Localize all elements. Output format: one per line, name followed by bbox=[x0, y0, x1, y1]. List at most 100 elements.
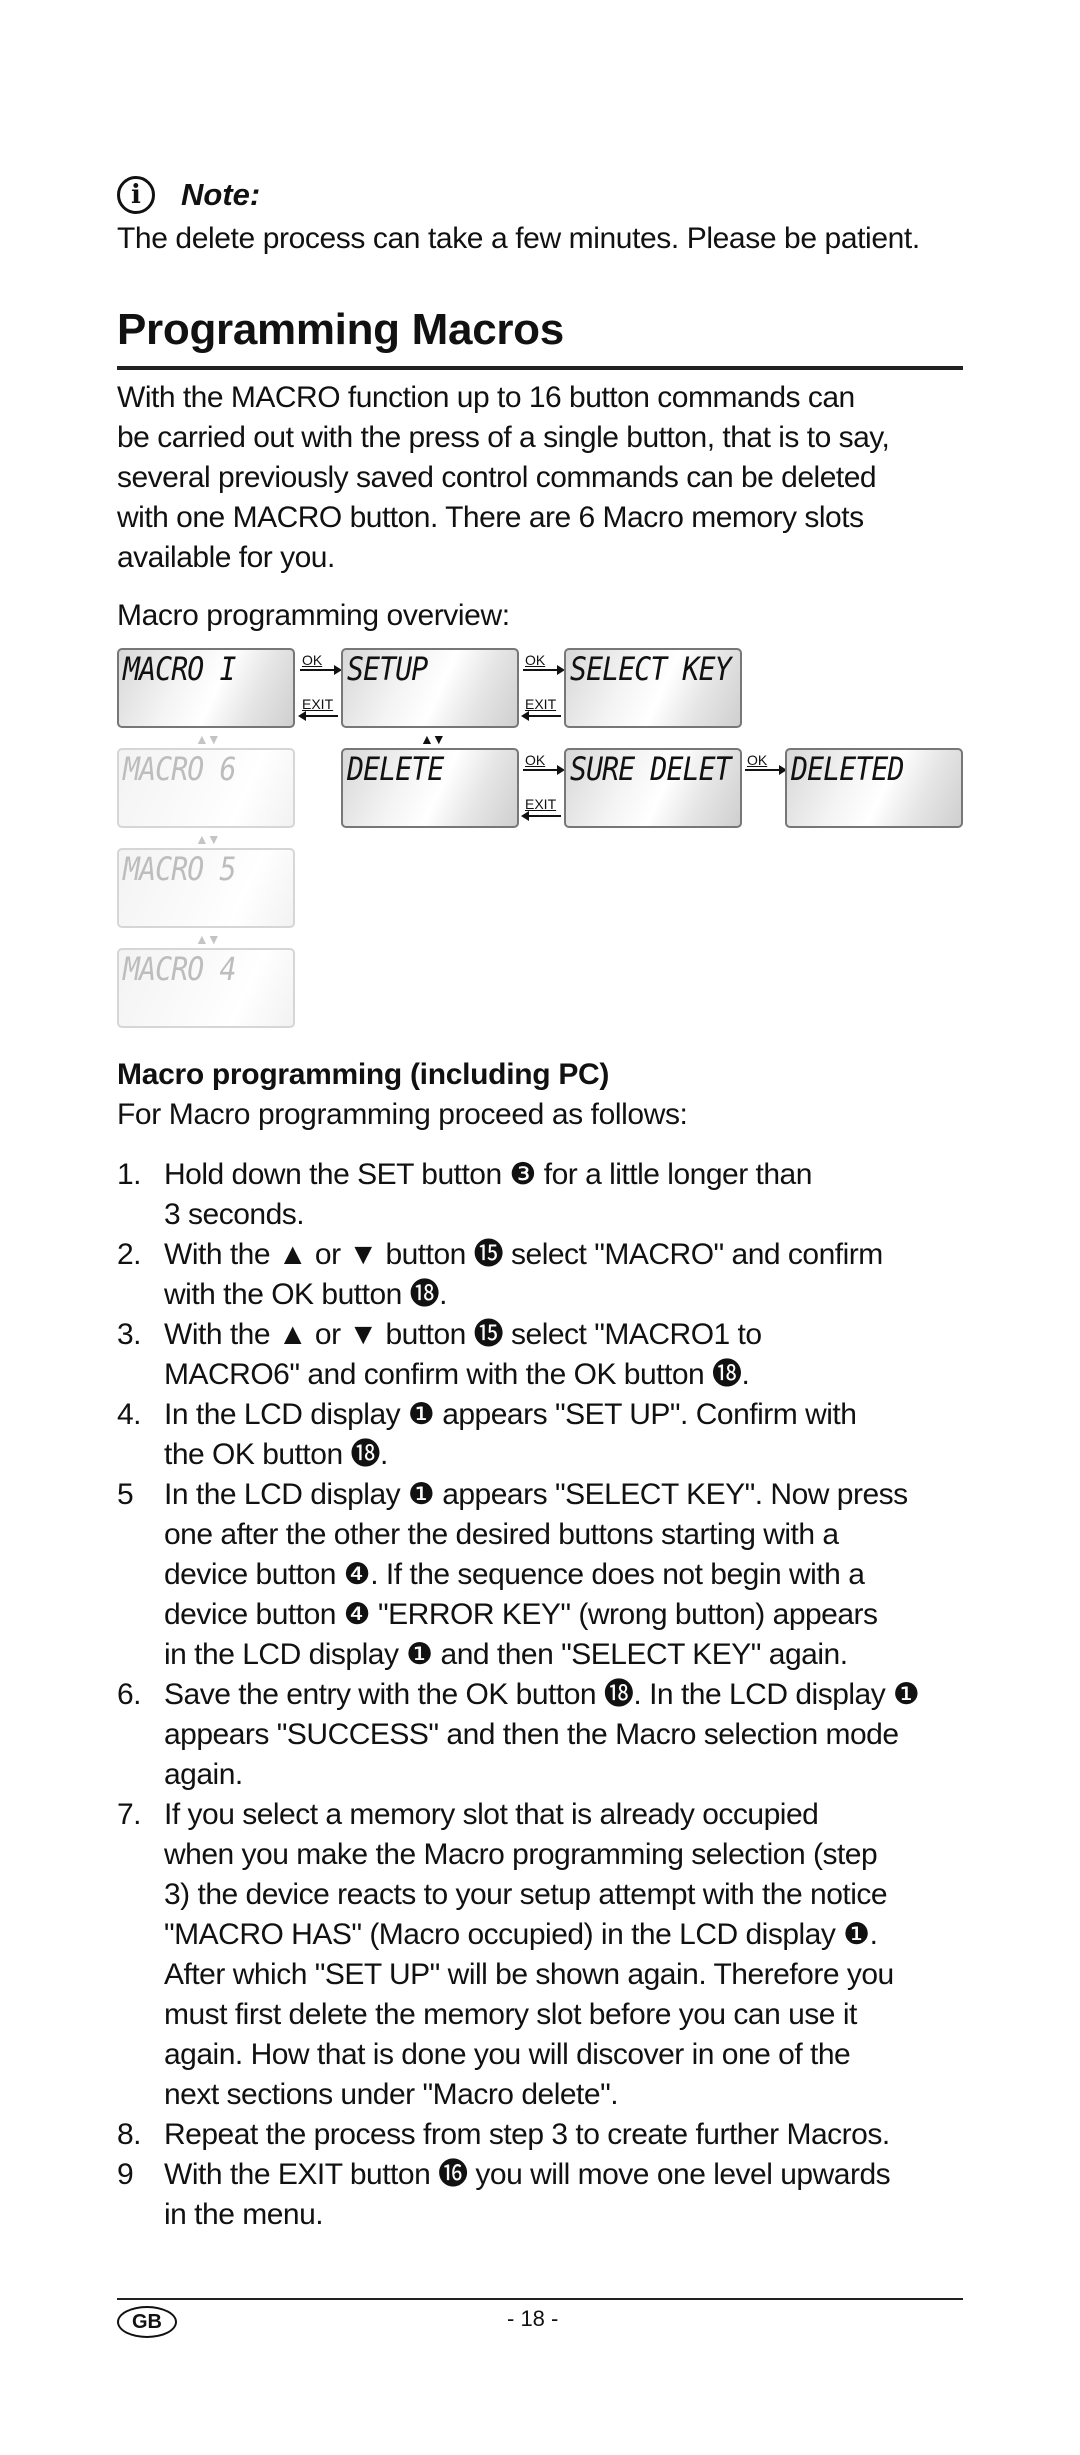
step-item: 3. With the ▲ or ▼ button ⓯ select "MACRO… bbox=[117, 1315, 963, 1395]
step-text-line: again. bbox=[164, 1758, 243, 1791]
overview-label: Macro programming overview: bbox=[117, 599, 510, 632]
step-number: 1. bbox=[117, 1158, 142, 1191]
paragraph-line: with one MACRO button. There are 6 Macro… bbox=[117, 501, 864, 534]
step-number: 6. bbox=[117, 1678, 142, 1711]
lcd-text: MACRO 5 bbox=[123, 850, 236, 888]
lcd-text: SELECT KEY bbox=[570, 650, 732, 688]
step-text-line: appears "SUCCESS" and then the Macro sel… bbox=[164, 1718, 899, 1751]
step-text-line: next sections under "Macro delete". bbox=[164, 2078, 619, 2111]
step-text-line: MACRO6" and confirm with the OK button ⓲… bbox=[164, 1358, 750, 1391]
arrow-left-icon bbox=[521, 811, 561, 821]
arrow-left-icon bbox=[298, 711, 338, 721]
updown-arrows-icon: ▲▼ bbox=[195, 931, 221, 947]
subsection-intro: For Macro programming proceed as follows… bbox=[117, 1098, 688, 1131]
step-item: 2. With the ▲ or ▼ button ⓯ select "MACRO… bbox=[117, 1235, 963, 1315]
step-item: 4. In the LCD display ❶ appears "SET UP".… bbox=[117, 1395, 963, 1475]
step-text-line: "MACRO HAS" (Macro occupied) in the LCD … bbox=[164, 1918, 878, 1951]
info-icon: i bbox=[117, 176, 155, 214]
lcd-macro4: MACRO 4 bbox=[117, 948, 295, 1028]
note-title: Note: bbox=[181, 177, 261, 212]
note-text: The delete process can take a few minute… bbox=[117, 222, 920, 255]
page-number: - 18 - bbox=[507, 2306, 559, 2331]
step-item: 6. Save the entry with the OK button ⓲. I… bbox=[117, 1675, 963, 1795]
lcd-setup: SETUP bbox=[341, 648, 519, 728]
step-item: 7. If you select a memory slot that is al… bbox=[117, 1795, 963, 2115]
step-text-line: device button ❹ "ERROR KEY" (wrong butto… bbox=[164, 1598, 878, 1631]
footer-divider bbox=[117, 2298, 963, 2300]
paragraph-line: several previously saved control command… bbox=[117, 461, 877, 494]
step-number: 7. bbox=[117, 1798, 142, 1831]
step-number: 2. bbox=[117, 1238, 142, 1271]
step-text-line: in the LCD display ❶ and then "SELECT KE… bbox=[164, 1638, 848, 1671]
step-text-line: 3) the device reacts to your setup attem… bbox=[164, 1878, 888, 1911]
step-number: 5 bbox=[117, 1478, 134, 1511]
section-title: Programming Macros bbox=[117, 305, 564, 354]
updown-arrows-icon: ▲▼ bbox=[420, 731, 446, 747]
step-number: 9 bbox=[117, 2158, 134, 2191]
lcd-macro1: MACRO I bbox=[117, 648, 295, 728]
ok-label: OK bbox=[302, 652, 323, 668]
step-item: 1. Hold down the SET button ❸ for a littl… bbox=[117, 1155, 963, 1235]
lcd-macro6: MACRO 6 bbox=[117, 748, 295, 828]
step-text-line: With the ▲ or ▼ button ⓯ select "MACRO" … bbox=[164, 1238, 883, 1271]
country-badge: GB bbox=[117, 2306, 177, 2338]
note-header: i Note: bbox=[117, 176, 260, 214]
updown-arrows-icon: ▲▼ bbox=[195, 831, 221, 847]
step-text-line: In the LCD display ❶ appears "SET UP". C… bbox=[164, 1398, 857, 1431]
arrow-right-icon bbox=[523, 665, 565, 675]
step-text-line: With the ▲ or ▼ button ⓯ select "MACRO1 … bbox=[164, 1318, 762, 1351]
step-number: 8. bbox=[117, 2118, 142, 2151]
step-item: 8. Repeat the process from step 3 to crea… bbox=[117, 2115, 963, 2155]
step-number: 4. bbox=[117, 1398, 142, 1431]
step-text-line: again. How that is done you will discove… bbox=[164, 2038, 851, 2071]
updown-arrows-icon: ▲▼ bbox=[195, 731, 221, 747]
step-text-line: 3 seconds. bbox=[164, 1198, 305, 1231]
step-text-line: Save the entry with the OK button ⓲. In … bbox=[164, 1678, 920, 1711]
lcd-deleted: DELETED bbox=[785, 748, 963, 828]
lcd-text: MACRO 4 bbox=[123, 950, 236, 988]
lcd-delete: DELETE bbox=[341, 748, 519, 828]
paragraph-line: available for you. bbox=[117, 541, 335, 574]
lcd-text: DELETE bbox=[347, 750, 444, 788]
ok-label: OK bbox=[747, 752, 768, 768]
paragraph-line: With the MACRO function up to 16 button … bbox=[117, 381, 855, 414]
lcd-text: SETUP bbox=[347, 650, 428, 688]
step-text-line: If you select a memory slot that is alre… bbox=[164, 1798, 819, 1831]
paragraph-line: be carried out with the press of a singl… bbox=[117, 421, 890, 454]
step-text-line: Hold down the SET button ❸ for a little … bbox=[164, 1158, 812, 1191]
connector-setup-selectkey: OK EXIT bbox=[521, 652, 565, 722]
step-text-line: with the OK button ⓲. bbox=[164, 1278, 447, 1311]
step-text-line: device button ❹. If the sequence does no… bbox=[164, 1558, 865, 1591]
lcd-select-key: SELECT KEY bbox=[564, 648, 742, 728]
step-text-line: With the EXIT button ⓰ you will move one… bbox=[164, 2158, 891, 2191]
arrow-right-icon bbox=[745, 765, 787, 775]
lcd-text: DELETED bbox=[791, 750, 904, 788]
step-text-line: one after the other the desired buttons … bbox=[164, 1518, 839, 1551]
arrow-left-icon bbox=[521, 711, 561, 721]
connector-suredelet-deleted: OK bbox=[745, 752, 787, 822]
exit-label: EXIT bbox=[302, 696, 334, 712]
ok-label: OK bbox=[525, 652, 546, 668]
connector-macro1-setup: OK EXIT bbox=[298, 652, 342, 722]
step-text-line: when you make the Macro programming sele… bbox=[164, 1838, 878, 1871]
steps-list: 1. Hold down the SET button ❸ for a littl… bbox=[117, 1155, 963, 2235]
step-text-line: must first delete the memory slot before… bbox=[164, 1998, 857, 2031]
section-paragraph: With the MACRO function up to 16 button … bbox=[117, 378, 963, 578]
step-text-line: In the LCD display ❶ appears "SELECT KEY… bbox=[164, 1478, 908, 1511]
connector-delete-suredelet: OK EXIT bbox=[521, 752, 565, 822]
lcd-text: MACRO 6 bbox=[123, 750, 236, 788]
step-item: 5 In the LCD display ❶ appears "SELECT KE… bbox=[117, 1475, 963, 1675]
step-item: 9 With the EXIT button ⓰ you will move on… bbox=[117, 2155, 963, 2235]
step-number: 3. bbox=[117, 1318, 142, 1351]
arrow-right-icon bbox=[300, 665, 342, 675]
exit-label: EXIT bbox=[525, 796, 557, 812]
ok-label: OK bbox=[525, 752, 546, 768]
subsection-title: Macro programming (including PC) bbox=[117, 1058, 610, 1091]
step-text-line: the OK button ⓲. bbox=[164, 1438, 388, 1471]
step-text-line: Repeat the process from step 3 to create… bbox=[164, 2118, 890, 2151]
arrow-right-icon bbox=[523, 765, 565, 775]
lcd-sure-delet: SURE DELET bbox=[564, 748, 742, 828]
lcd-text: MACRO I bbox=[123, 650, 236, 688]
step-text-line: After which "SET UP" will be shown again… bbox=[164, 1958, 894, 1991]
lcd-text: SURE DELET bbox=[570, 750, 732, 788]
